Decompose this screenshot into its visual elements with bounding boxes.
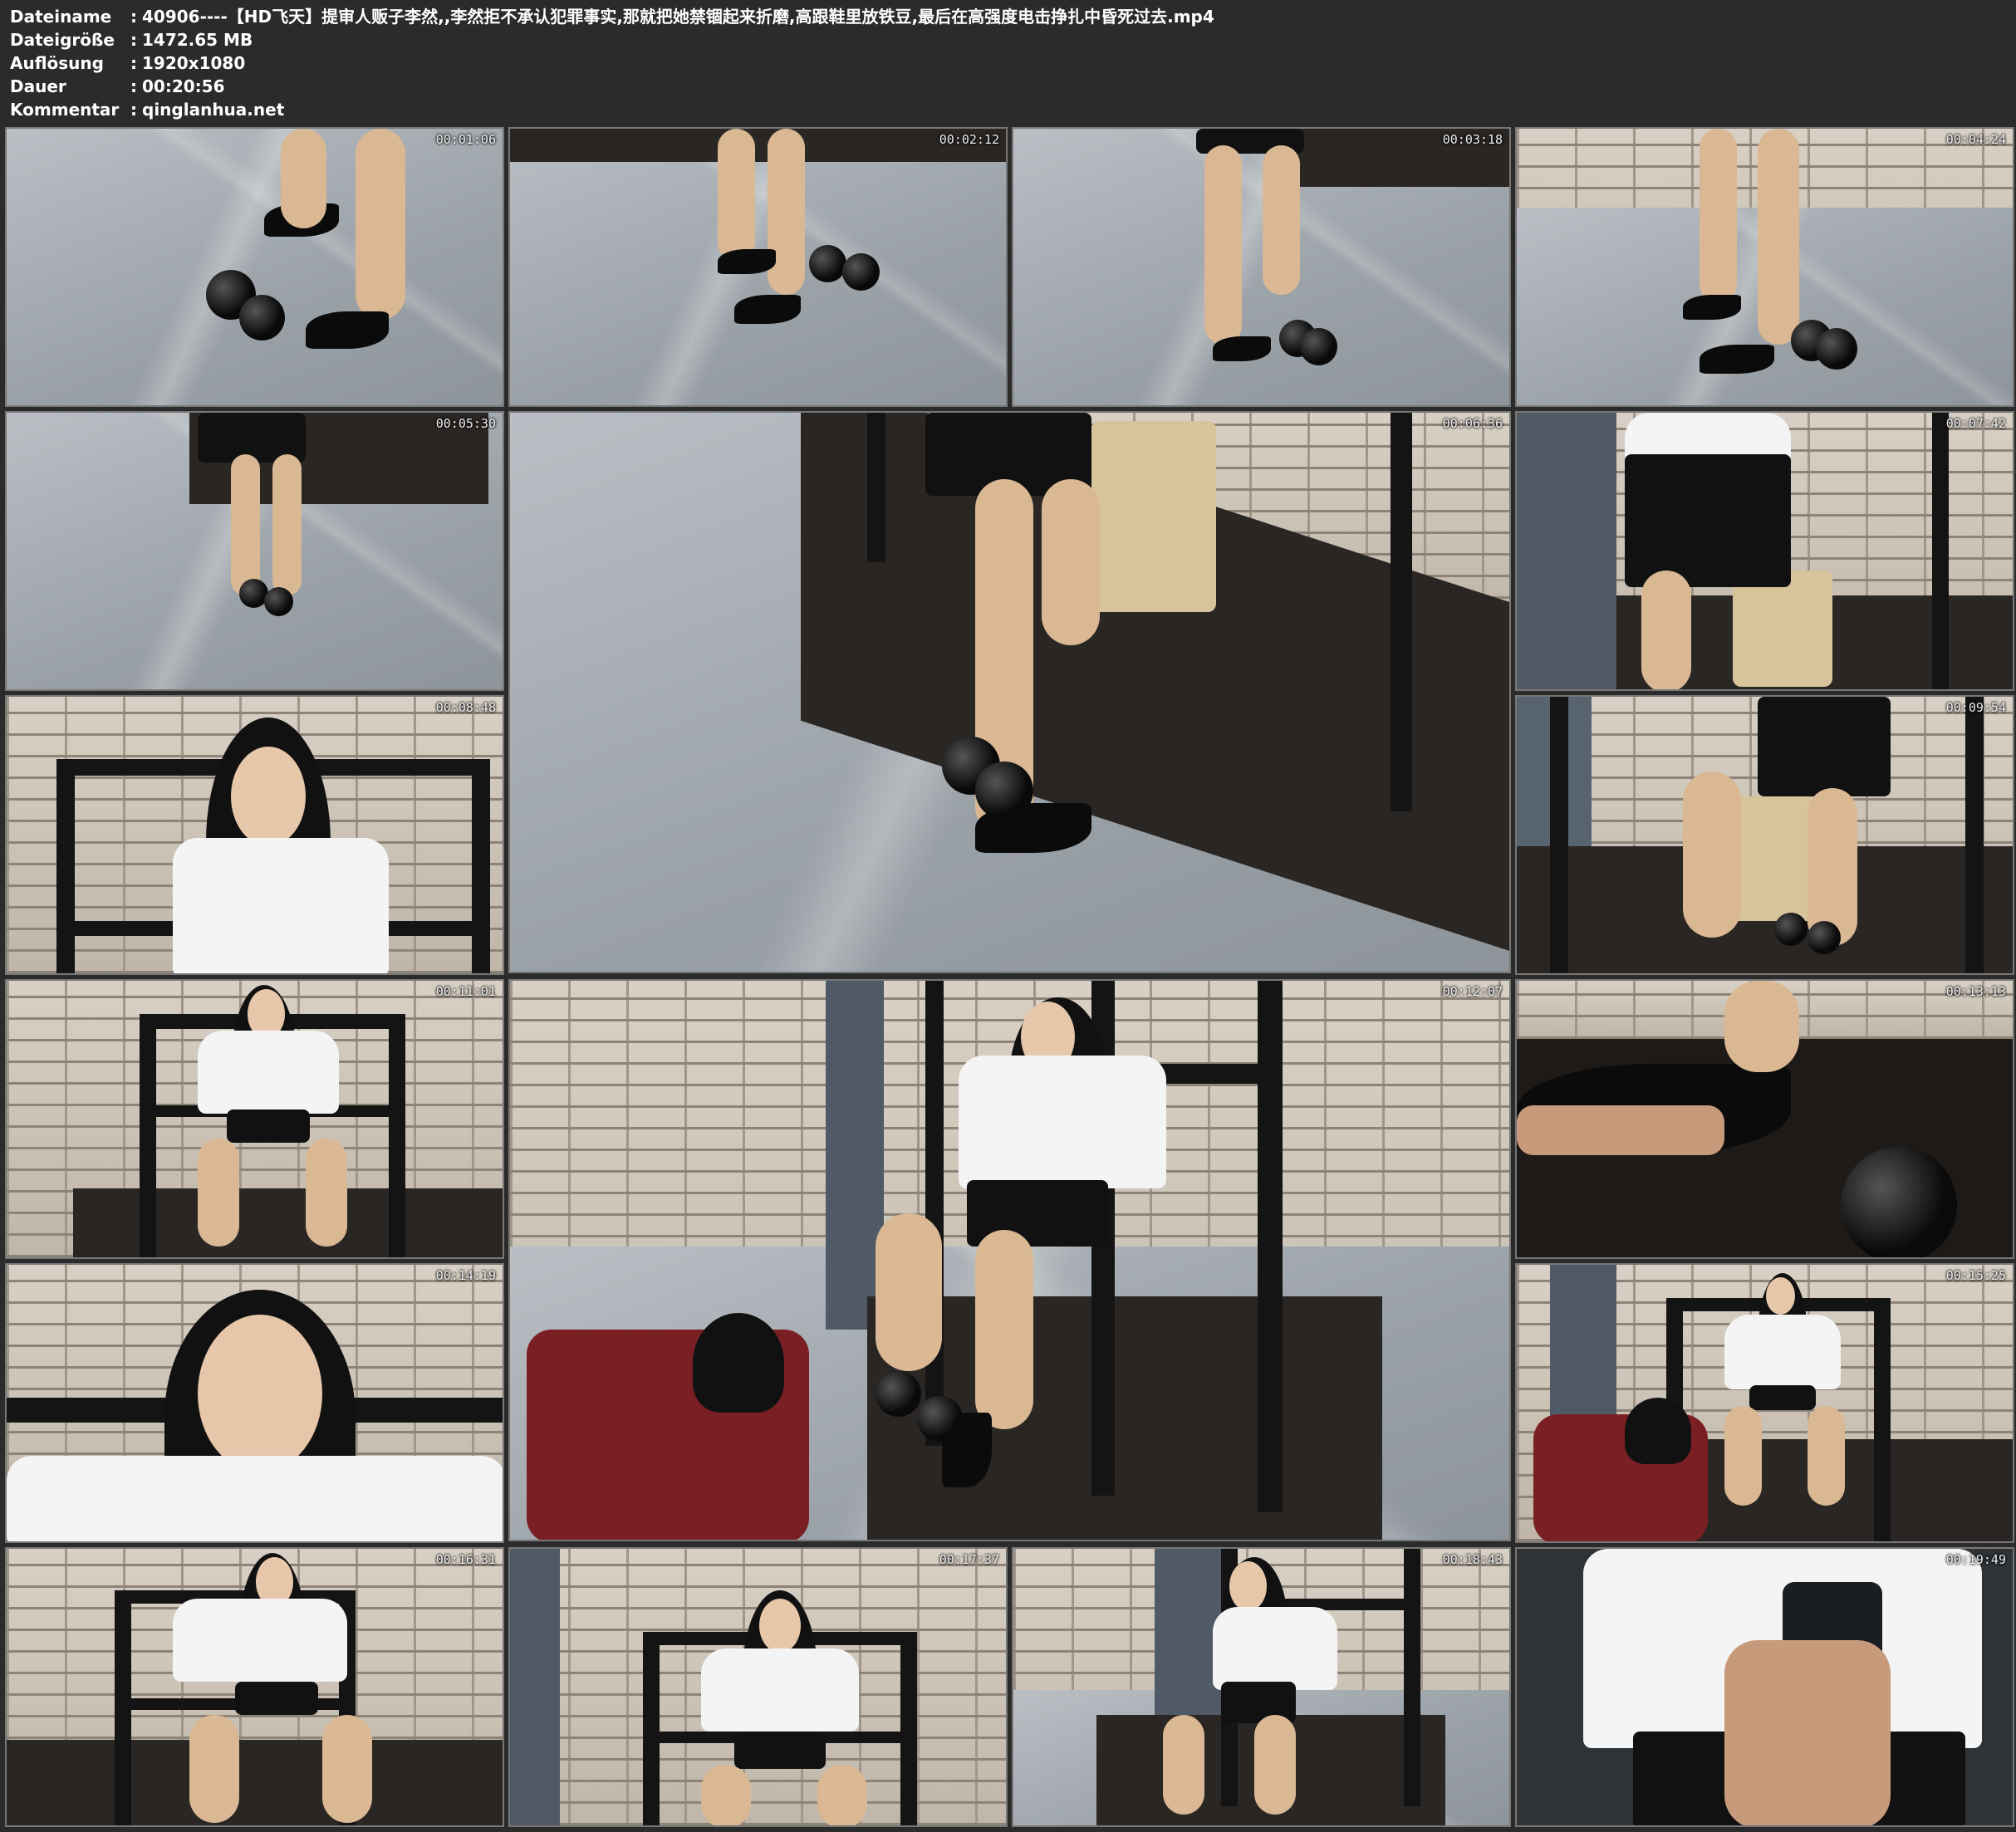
thumbnail-13[interactable]: 00:14:19	[5, 1263, 504, 1543]
timestamp: 00:12:07	[1442, 984, 1503, 999]
timestamp: 00:14:19	[435, 1268, 496, 1283]
timestamp: 00:09:54	[1945, 700, 2006, 715]
timestamp: 00:19:49	[1945, 1552, 2006, 1567]
resolution-key: Auflösung	[10, 53, 104, 73]
thumbnail-14[interactable]: 00:15:25	[1515, 1263, 2014, 1543]
filesize-value: 1472.65 MB	[142, 30, 253, 50]
timestamp: 00:17:37	[939, 1552, 999, 1567]
timestamp: 00:15:25	[1945, 1268, 2006, 1283]
thumbnail-8[interactable]: 00:08:48	[5, 695, 504, 975]
thumbnail-1[interactable]: 00:01:06	[5, 127, 504, 407]
thumbnail-6[interactable]: 00:06:36	[508, 411, 1511, 973]
timestamp: 00:03:18	[1442, 132, 1503, 147]
separator: :	[130, 7, 137, 27]
thumbnail-17[interactable]: 00:18:43	[1012, 1547, 1511, 1827]
duration-value: 00:20:56	[142, 76, 225, 96]
thumbnail-5[interactable]: 00:05:30	[5, 411, 504, 691]
separator: :	[130, 53, 137, 73]
thumbnail-15[interactable]: 00:16:31	[5, 1547, 504, 1827]
timestamp: 00:13:13	[1945, 984, 2006, 999]
thumbnail-7[interactable]: 00:07:42	[1515, 411, 2014, 691]
comment-key: Kommentar	[10, 100, 120, 120]
timestamp: 00:06:36	[1442, 416, 1503, 431]
file-info-row-size: Dateigröße : 1472.65 MB	[10, 28, 1214, 51]
duration-key: Dauer	[10, 76, 66, 96]
thumbnail-3[interactable]: 00:03:18	[1012, 127, 1511, 407]
comment-value: qinglanhua.net	[142, 100, 285, 120]
timestamp: 00:02:12	[939, 132, 999, 147]
timestamp: 00:01:06	[435, 132, 496, 147]
file-info-row-resolution: Auflösung : 1920x1080	[10, 51, 1214, 75]
thumbnail-16[interactable]: 00:17:37	[508, 1547, 1008, 1827]
filename-key: Dateiname	[10, 7, 112, 27]
timestamp: 00:04:24	[1945, 132, 2006, 147]
file-info-row-duration: Dauer : 00:20:56	[10, 75, 1214, 98]
timestamp: 00:16:31	[435, 1552, 496, 1567]
resolution-value: 1920x1080	[142, 53, 246, 73]
thumbnail-11[interactable]: 00:12:07	[508, 979, 1511, 1541]
separator: :	[130, 30, 137, 50]
timestamp: 00:07:42	[1945, 416, 2006, 431]
thumbnail-12[interactable]: 00:13:13	[1515, 979, 2014, 1259]
separator: :	[130, 76, 137, 96]
filename-value: 40906----【HD飞天】提审人贩子李然,,李然拒不承认犯罪事实,那就把她禁…	[142, 7, 1214, 27]
thumbnail-9[interactable]: 00:09:54	[1515, 695, 2014, 975]
thumbnail-10[interactable]: 00:11:01	[5, 979, 504, 1259]
timestamp: 00:05:30	[435, 416, 496, 431]
timestamp: 00:18:43	[1442, 1552, 1503, 1567]
file-info-row-name: Dateiname : 40906----【HD飞天】提审人贩子李然,,李然拒不…	[10, 5, 1214, 28]
thumbnail-18[interactable]: 00:19:49	[1515, 1547, 2014, 1827]
thumbnail-4[interactable]: 00:04:24	[1515, 127, 2014, 407]
file-info: Dateiname : 40906----【HD飞天】提审人贩子李然,,李然拒不…	[10, 5, 1214, 121]
timestamp: 00:08:48	[435, 700, 496, 715]
file-info-row-comment: Kommentar : qinglanhua.net	[10, 98, 1214, 121]
separator: :	[130, 100, 137, 120]
filesize-key: Dateigröße	[10, 30, 115, 50]
timestamp: 00:11:01	[435, 984, 496, 999]
thumbnail-2[interactable]: 00:02:12	[508, 127, 1008, 407]
